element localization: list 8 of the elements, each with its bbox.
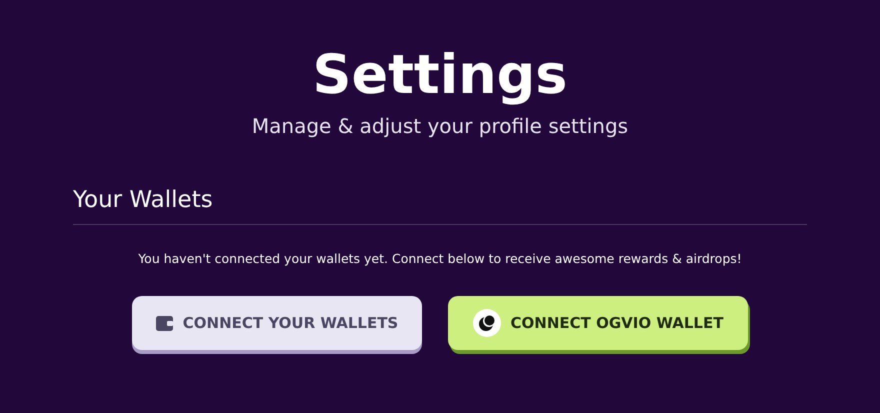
wallet-icon bbox=[156, 316, 173, 330]
connect-button[interactable]: CONNECT OGVIO WALLET bbox=[448, 296, 748, 350]
section-title: Your Wallets bbox=[73, 184, 807, 225]
connect-button[interactable]: CONNECT YOUR WALLETS bbox=[132, 296, 422, 350]
logo-icon bbox=[472, 309, 501, 337]
page-title: Settings bbox=[312, 42, 568, 108]
page-subtitle: Manage & adjust your profile settings bbox=[252, 114, 628, 138]
wallet-message: You haven't connected your wallets yet. Connect below to receive awesome rewards & airdrops! bbox=[137, 251, 743, 266]
